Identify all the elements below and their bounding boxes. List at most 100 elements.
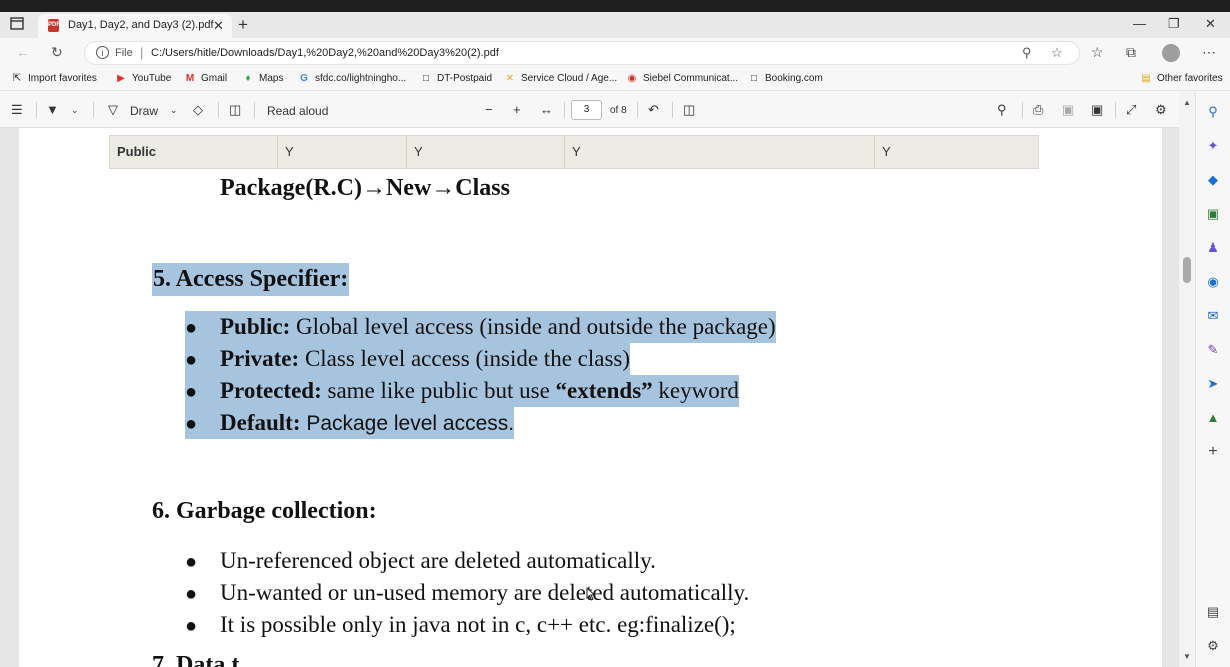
fav-gmail[interactable]: M Gmail bbox=[184, 73, 227, 84]
bullet: ● bbox=[185, 317, 198, 339]
fav-other-favorites[interactable]: ▤ Other favorites bbox=[1140, 73, 1222, 84]
send-icon[interactable]: ➤ bbox=[1205, 376, 1221, 392]
settings-icon[interactable]: ⚙ bbox=[1155, 102, 1167, 118]
import-icon: ⇱ bbox=[12, 73, 22, 84]
draw-icon[interactable]: ▽ bbox=[108, 102, 118, 118]
bullet: ● bbox=[185, 583, 198, 605]
favorites-bar: ⇱ Import favorites ▶ YouTube M Gmail ♦ Maps … bbox=[0, 68, 1230, 91]
page-view-icon[interactable]: ◫ bbox=[683, 102, 695, 118]
add-icon[interactable]: + bbox=[1205, 444, 1221, 460]
rotate-icon[interactable]: ↶ bbox=[648, 102, 659, 118]
contents-icon[interactable]: ☰ bbox=[11, 102, 23, 118]
toolbar-divider bbox=[93, 102, 94, 118]
minimize-icon[interactable]: — bbox=[1133, 16, 1146, 31]
zoom-in-icon[interactable]: + bbox=[513, 102, 521, 117]
bullet: ● bbox=[185, 551, 198, 573]
info-icon[interactable]: i bbox=[96, 46, 109, 59]
search-icon[interactable]: ⚲ bbox=[1205, 104, 1221, 120]
profile-avatar[interactable] bbox=[1162, 44, 1180, 62]
favorites-icon[interactable]: ☆ bbox=[1091, 44, 1104, 61]
fav-dt-postpaid[interactable]: □ DT-Postpaid bbox=[420, 73, 492, 84]
tab-actions-icon[interactable] bbox=[10, 17, 28, 33]
address-bar[interactable]: i File | C:/Users/hitle/Downloads/Day1,%… bbox=[84, 41, 1080, 65]
scroll-up-icon[interactable]: ▲ bbox=[1183, 98, 1191, 107]
fav-youtube[interactable]: ▶ YouTube bbox=[115, 73, 171, 84]
toolbar-divider bbox=[1022, 102, 1023, 118]
list-item: ● Un-wanted or un-used memory are deleted… bbox=[185, 577, 749, 609]
fav-sfdc[interactable]: Gsfdc.co/lightningho... bbox=[298, 73, 406, 84]
back-icon[interactable]: ← bbox=[16, 44, 30, 60]
vertical-scrollbar[interactable]: ▲ ▼ bbox=[1179, 92, 1195, 667]
fav-siebel[interactable]: ◉ Siebel Communicat... bbox=[626, 73, 738, 84]
sidebar-toggle-icon[interactable]: ▤ bbox=[1205, 604, 1221, 620]
browser-window: PDF Day1, Day2, and Day3 (2).pdf ✕ + — ❐… bbox=[0, 0, 1230, 667]
close-window-icon[interactable]: ✕ bbox=[1205, 16, 1216, 32]
address-separator: | bbox=[140, 45, 144, 60]
maximize-icon[interactable]: ❐ bbox=[1168, 16, 1180, 32]
gmail-icon: M bbox=[185, 73, 195, 84]
fav-import-favorites[interactable]: ⇱ Import favorites bbox=[11, 73, 97, 84]
fit-width-icon[interactable]: ↔ bbox=[540, 102, 553, 117]
section-7-heading-partial: 7. Data t bbox=[152, 652, 240, 667]
table-cell: Public bbox=[110, 136, 278, 168]
search-icon[interactable]: ⚲ bbox=[997, 102, 1007, 118]
scrollbar-thumb[interactable] bbox=[1183, 257, 1191, 283]
url-text[interactable]: C:/Users/hitle/Downloads/Day1,%20Day2,%2… bbox=[151, 47, 499, 59]
page-number-input[interactable]: 3 bbox=[571, 100, 602, 120]
tab-close-icon[interactable]: ✕ bbox=[213, 18, 224, 34]
fullscreen-icon[interactable]: ⤢ bbox=[1126, 102, 1136, 118]
folder-icon: ▤ bbox=[1141, 73, 1151, 84]
games-icon[interactable]: ♟ bbox=[1205, 240, 1221, 256]
tree-icon[interactable]: ▲ bbox=[1205, 410, 1221, 426]
read-aloud-button[interactable]: Read aloud bbox=[267, 104, 328, 118]
refresh-icon[interactable]: ↻ bbox=[51, 44, 63, 61]
scroll-down-icon[interactable]: ▼ bbox=[1183, 652, 1191, 661]
page-icon: □ bbox=[750, 73, 758, 84]
zoom-icon[interactable]: ⚲ bbox=[1022, 45, 1032, 61]
draw-button[interactable]: Draw bbox=[130, 104, 158, 118]
bullet: ● bbox=[185, 349, 198, 371]
tools-icon[interactable]: ▣ bbox=[1205, 206, 1221, 222]
collections-icon[interactable]: ⧉ bbox=[1126, 44, 1136, 61]
service-cloud-icon: ✕ bbox=[505, 73, 515, 84]
highlight-dropdown-icon[interactable]: ⌄ bbox=[71, 105, 79, 116]
fav-service-cloud[interactable]: ✕ Service Cloud / Age... bbox=[504, 73, 617, 84]
office-icon[interactable]: ◉ bbox=[1205, 274, 1221, 290]
highlight-icon[interactable]: ▼ bbox=[46, 102, 59, 117]
outlook-icon[interactable]: ✉ bbox=[1205, 308, 1221, 324]
bullet: ● bbox=[185, 381, 198, 403]
siebel-icon: ◉ bbox=[627, 73, 637, 84]
print-icon[interactable]: ⎙ bbox=[1033, 102, 1043, 118]
access-table-row: Public Y Y Y Y bbox=[109, 135, 1039, 169]
tab-active-pdf[interactable]: PDF Day1, Day2, and Day3 (2).pdf ✕ bbox=[38, 14, 232, 38]
zoom-out-icon[interactable]: − bbox=[485, 102, 493, 117]
pdf-toolbar: ☰ ▼ ⌄ ▽ Draw ⌄ ◇ ◫ Read aloud − + ↔ 3 of… bbox=[0, 92, 1195, 128]
maps-icon: ♦ bbox=[245, 73, 251, 84]
fav-maps[interactable]: ♦ Maps bbox=[242, 73, 283, 84]
save-icon[interactable]: ▣ bbox=[1062, 102, 1074, 118]
toolbar-divider bbox=[672, 102, 673, 118]
toolbar-divider bbox=[564, 102, 565, 118]
tab-bar: PDF Day1, Day2, and Day3 (2).pdf ✕ + — ❐… bbox=[0, 12, 1230, 38]
youtube-icon: ▶ bbox=[117, 73, 125, 84]
toolbar-divider bbox=[637, 102, 638, 118]
erase-icon[interactable]: ◇ bbox=[193, 102, 203, 118]
list-item: ● Protected: same like public but use “ex… bbox=[185, 375, 739, 407]
designer-icon[interactable]: ✎ bbox=[1205, 342, 1221, 358]
draw-dropdown-icon[interactable]: ⌄ bbox=[170, 105, 178, 116]
table-cell: Y bbox=[565, 136, 875, 168]
bullet: ● bbox=[185, 413, 198, 435]
copilot-icon[interactable]: ✦ bbox=[1205, 138, 1221, 154]
add-favorite-icon[interactable]: ☆ bbox=[1051, 45, 1063, 61]
new-tab-button[interactable]: + bbox=[238, 15, 248, 35]
list-item: ● Un-referenced object are deleted automa… bbox=[185, 545, 656, 577]
more-options-icon[interactable]: ⋯ bbox=[1202, 44, 1216, 61]
toolbar-divider bbox=[36, 102, 37, 118]
immersive-reader-icon[interactable]: ◫ bbox=[229, 102, 241, 118]
pdf-viewport[interactable]: Public Y Y Y Y Package(R.C)→New→Class 5.… bbox=[0, 128, 1195, 667]
fav-booking[interactable]: □ Booking.com bbox=[748, 73, 823, 84]
sidebar-settings-icon[interactable]: ⚙ bbox=[1205, 638, 1221, 654]
table-cell: Y bbox=[278, 136, 407, 168]
save-as-icon[interactable]: ▣ bbox=[1091, 102, 1103, 118]
shopping-tag-icon[interactable]: ◆ bbox=[1205, 172, 1221, 188]
